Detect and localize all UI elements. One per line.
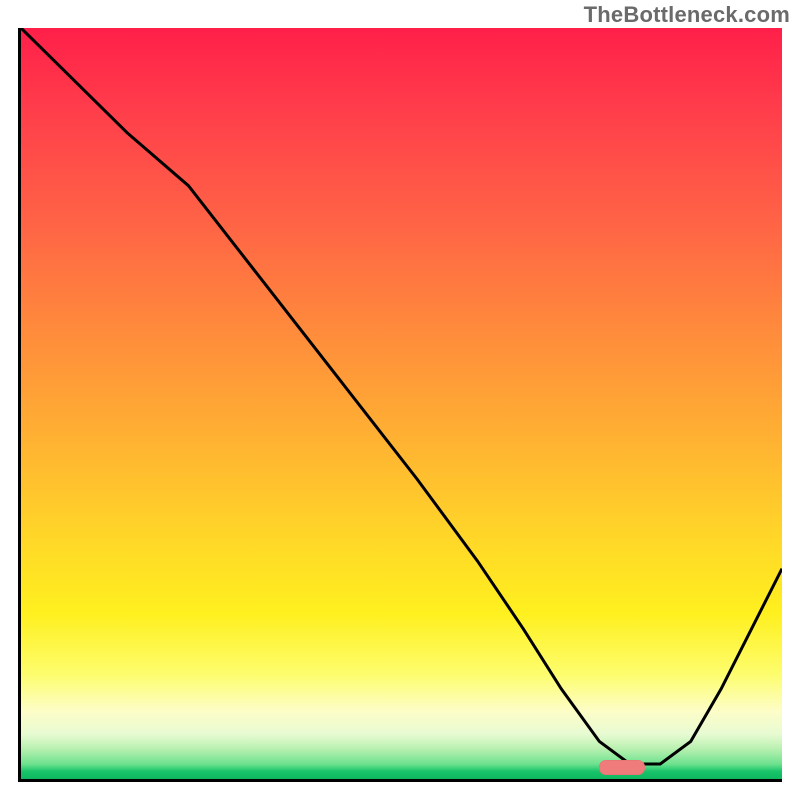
watermark-label: TheBottleneck.com [584, 2, 790, 28]
optimal-range-marker [599, 760, 645, 775]
bottleneck-curve [21, 28, 782, 779]
chart-area [18, 28, 782, 782]
